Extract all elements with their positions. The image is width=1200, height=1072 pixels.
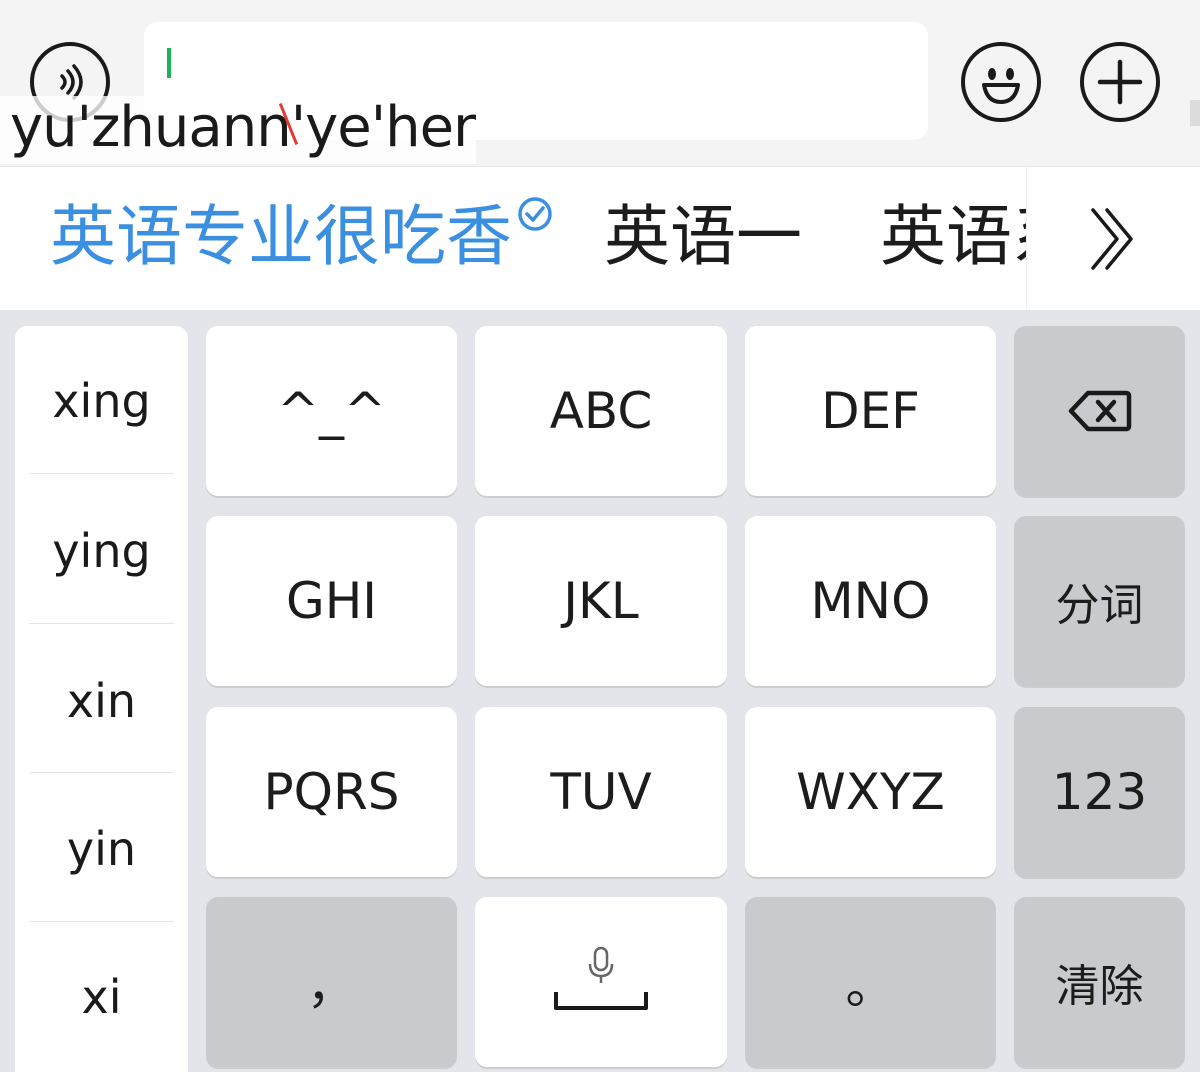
emoji-button[interactable] [961, 42, 1041, 122]
clear-key-label: 清除 [1055, 961, 1144, 1012]
pinyin-option[interactable]: xing [15, 374, 188, 428]
divider [29, 473, 174, 474]
input-bar: yu'zhuann'ye'hen [0, 0, 1200, 166]
nine-key-keyboard: xing ying xin yin xi ^_^ ABC DEF GHI JKL… [0, 310, 1200, 1072]
candidate-2[interactable]: 英语一 [604, 197, 802, 277]
divider [29, 772, 174, 773]
clear-key[interactable]: 清除 [1014, 897, 1185, 1067]
backspace-icon [1068, 390, 1131, 432]
space-bar-icon [554, 992, 648, 1010]
pinyin-options-list: xing ying xin yin xi [15, 326, 188, 1072]
pinyin-option[interactable]: ying [15, 524, 188, 578]
space-key[interactable] [475, 897, 727, 1067]
pinyin-composition: yu'zhuann'ye'hen [0, 96, 476, 164]
candidate-1[interactable]: 英语专业很吃香 [50, 197, 512, 277]
expand-candidates-button[interactable] [1026, 167, 1200, 310]
candidate-3[interactable]: 英语系 [880, 197, 1026, 277]
comma-key[interactable]: ， [206, 897, 457, 1067]
divider [29, 623, 174, 624]
def-key[interactable]: DEF [745, 326, 996, 496]
pinyin-option[interactable]: yin [15, 822, 188, 876]
pinyin-option[interactable]: xi [15, 970, 188, 1024]
double-chevron-right-icon [1091, 207, 1133, 270]
check-circle-icon [518, 197, 552, 231]
wxyz-key[interactable]: WXYZ [745, 707, 996, 877]
jkl-key[interactable]: JKL [475, 516, 727, 686]
ghi-key[interactable]: GHI [206, 516, 457, 686]
tuv-key[interactable]: TUV [475, 707, 727, 877]
more-functions-button[interactable] [1080, 42, 1160, 122]
segment-key[interactable]: 分词 [1014, 516, 1185, 686]
emoticon-key[interactable]: ^_^ [206, 326, 457, 496]
edge-indicator [1190, 100, 1200, 126]
microphone-icon [588, 946, 614, 983]
segment-key-label: 分词 [1055, 580, 1144, 631]
divider [29, 921, 174, 922]
plus-circle-icon [1097, 59, 1143, 105]
period-key[interactable]: 。 [745, 897, 996, 1067]
numbers-key[interactable]: 123 [1014, 707, 1185, 877]
pinyin-composition-text: yu'zhuann'ye'hen [10, 96, 476, 160]
pqrs-key[interactable]: PQRS [206, 707, 457, 877]
abc-key[interactable]: ABC [475, 326, 727, 496]
pinyin-option[interactable]: xin [15, 674, 188, 728]
candidate-bar: 英语专业很吃香 英语一 英语系 [0, 166, 1200, 310]
text-cursor [167, 48, 171, 78]
smiley-face-icon [982, 68, 1020, 104]
backspace-key[interactable] [1014, 326, 1185, 496]
mno-key[interactable]: MNO [745, 516, 996, 686]
